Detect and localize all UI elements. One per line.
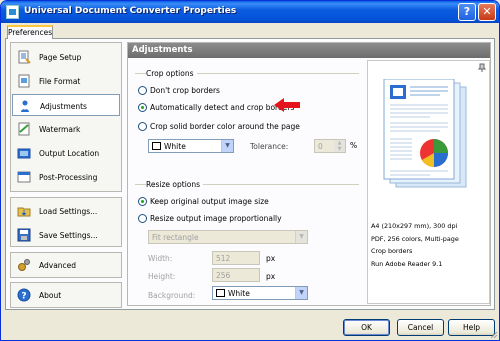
pin-icon[interactable] [477, 63, 487, 73]
sidebar-item-save-settings[interactable]: Save Settings... [12, 224, 120, 246]
width-label: Width: [148, 254, 173, 263]
radio-crop-solid[interactable] [138, 122, 147, 131]
advanced-icon [18, 259, 30, 271]
fit-mode-value: Fit rectangle [152, 233, 199, 242]
sidebar-item-adjustments[interactable]: Adjustments [12, 94, 120, 116]
sidebar-item-file-format[interactable]: File Format [12, 70, 120, 92]
sidebar-item-page-setup[interactable]: Page Setup [12, 46, 120, 68]
sidebar-item-post-processing[interactable]: Post-Processing [12, 166, 120, 188]
sidebar-item-label: Page Setup [39, 53, 82, 62]
sidebar-item-label: Output Location [39, 149, 100, 158]
crop-color-select[interactable]: White ▼ [148, 139, 234, 153]
width-input[interactable]: 512 [212, 251, 260, 265]
sidebar-item-watermark[interactable]: Watermark [12, 118, 120, 140]
width-value: 512 [216, 254, 231, 263]
height-unit: px [266, 272, 276, 281]
file-format-icon [18, 74, 30, 88]
radio-resize-proportional[interactable] [138, 214, 147, 223]
red-arrow-icon [274, 98, 300, 112]
cancel-button[interactable]: Cancel [397, 319, 444, 336]
tab-preferences[interactable]: Preferences [7, 25, 53, 39]
preview-pane: A4 (210x297 mm), 300 dpi PDF, 256 colors… [367, 60, 490, 304]
post-processing-icon [17, 171, 31, 183]
sidebar-item-label: Load Settings... [39, 207, 98, 216]
radio-resize-proportional-label[interactable]: Resize output image proportionally [150, 214, 282, 223]
ok-button[interactable]: OK [343, 319, 390, 336]
sidebar-item-about[interactable]: ? About [12, 284, 120, 306]
background-color-value: White [228, 289, 250, 298]
about-icon: ? [17, 288, 31, 302]
save-settings-icon [17, 228, 31, 242]
sidebar-item-label: File Format [39, 77, 81, 86]
sidebar-item-label: Watermark [39, 125, 81, 134]
preview-info-line: A4 (210x297 mm), 300 dpi [371, 222, 458, 230]
tolerance-label: Tolerance: [250, 142, 289, 151]
sidebar-group-about: ? About [10, 282, 122, 308]
chevron-down-icon[interactable]: ▼ [295, 287, 307, 299]
watermark-icon [18, 122, 30, 136]
dialog-window: Universal Document Converter Properties … [0, 0, 500, 341]
sidebar-item-load-settings[interactable]: Load Settings... [12, 200, 120, 222]
preview-info-line: PDF, 256 colors, Multi-page [371, 235, 459, 243]
background-label: Background: [148, 291, 196, 300]
height-label: Height: [148, 272, 176, 281]
spin-down-icon[interactable]: ▼ [334, 146, 345, 152]
tolerance-spinner[interactable]: 0 ▲ ▼ [314, 139, 346, 153]
resize-grip-icon[interactable] [488, 329, 498, 339]
height-value: 256 [216, 271, 231, 280]
width-unit: px [266, 254, 276, 263]
fit-mode-select[interactable]: Fit rectangle ▼ [148, 230, 308, 244]
radio-keep-size-label[interactable]: Keep original output image size [150, 197, 269, 206]
chevron-down-icon[interactable]: ▼ [221, 140, 233, 152]
title-help-button[interactable]: ? [458, 3, 476, 21]
background-color-select[interactable]: White ▼ [212, 286, 308, 300]
page-setup-icon [18, 50, 31, 64]
sidebar-group-settings: Load Settings... Save Settings... [10, 197, 122, 247]
sidebar-item-advanced[interactable]: Advanced [12, 254, 120, 276]
title-bar[interactable]: Universal Document Converter Properties … [1, 1, 499, 23]
adjustments-icon [21, 100, 29, 112]
sidebar-item-label: Post-Processing [39, 173, 98, 182]
tolerance-unit: % [350, 141, 358, 150]
sidebar-group-advanced: Advanced [10, 252, 122, 278]
sidebar-item-output-location[interactable]: Output Location [12, 142, 120, 164]
preview-info-line: Run Adobe Reader 9.1 [371, 260, 443, 268]
output-location-icon [17, 148, 31, 159]
radio-dont-crop-label[interactable]: Don't crop borders [150, 86, 220, 95]
section-title: Adjustments [132, 45, 193, 55]
section-header: Adjustments [128, 43, 490, 58]
radio-auto-crop-label[interactable]: Automatically detect and crop borders [150, 103, 294, 112]
chevron-down-icon[interactable]: ▼ [295, 231, 307, 243]
crop-options-label: Crop options [146, 69, 197, 78]
sidebar-item-label: Save Settings... [39, 231, 98, 240]
radio-dont-crop[interactable] [138, 86, 147, 95]
tolerance-value: 0 [318, 142, 323, 151]
svg-text:?: ? [21, 292, 26, 302]
height-input[interactable]: 256 [212, 268, 260, 282]
radio-auto-crop[interactable] [138, 103, 147, 112]
sidebar-item-label: About [39, 291, 62, 300]
load-settings-icon [17, 207, 31, 217]
sidebar-item-label: Adjustments [40, 102, 87, 111]
sidebar-item-label: Advanced [39, 261, 77, 270]
color-swatch [152, 142, 161, 150]
crop-color-value: White [164, 142, 186, 151]
preview-info-line: Crop borders [371, 247, 413, 255]
resize-options-label: Resize options [146, 180, 204, 189]
window-title: Universal Document Converter Properties [24, 6, 237, 16]
sidebar-group-main: Page Setup File Format Adjustments Water… [10, 42, 122, 192]
color-swatch [216, 289, 225, 297]
radio-crop-solid-label[interactable]: Crop solid border color around the page [150, 122, 300, 131]
document-preview-icon [383, 79, 467, 188]
app-icon [6, 5, 19, 19]
radio-keep-size[interactable] [138, 197, 147, 206]
title-close-button[interactable]: ✕ [478, 3, 496, 21]
